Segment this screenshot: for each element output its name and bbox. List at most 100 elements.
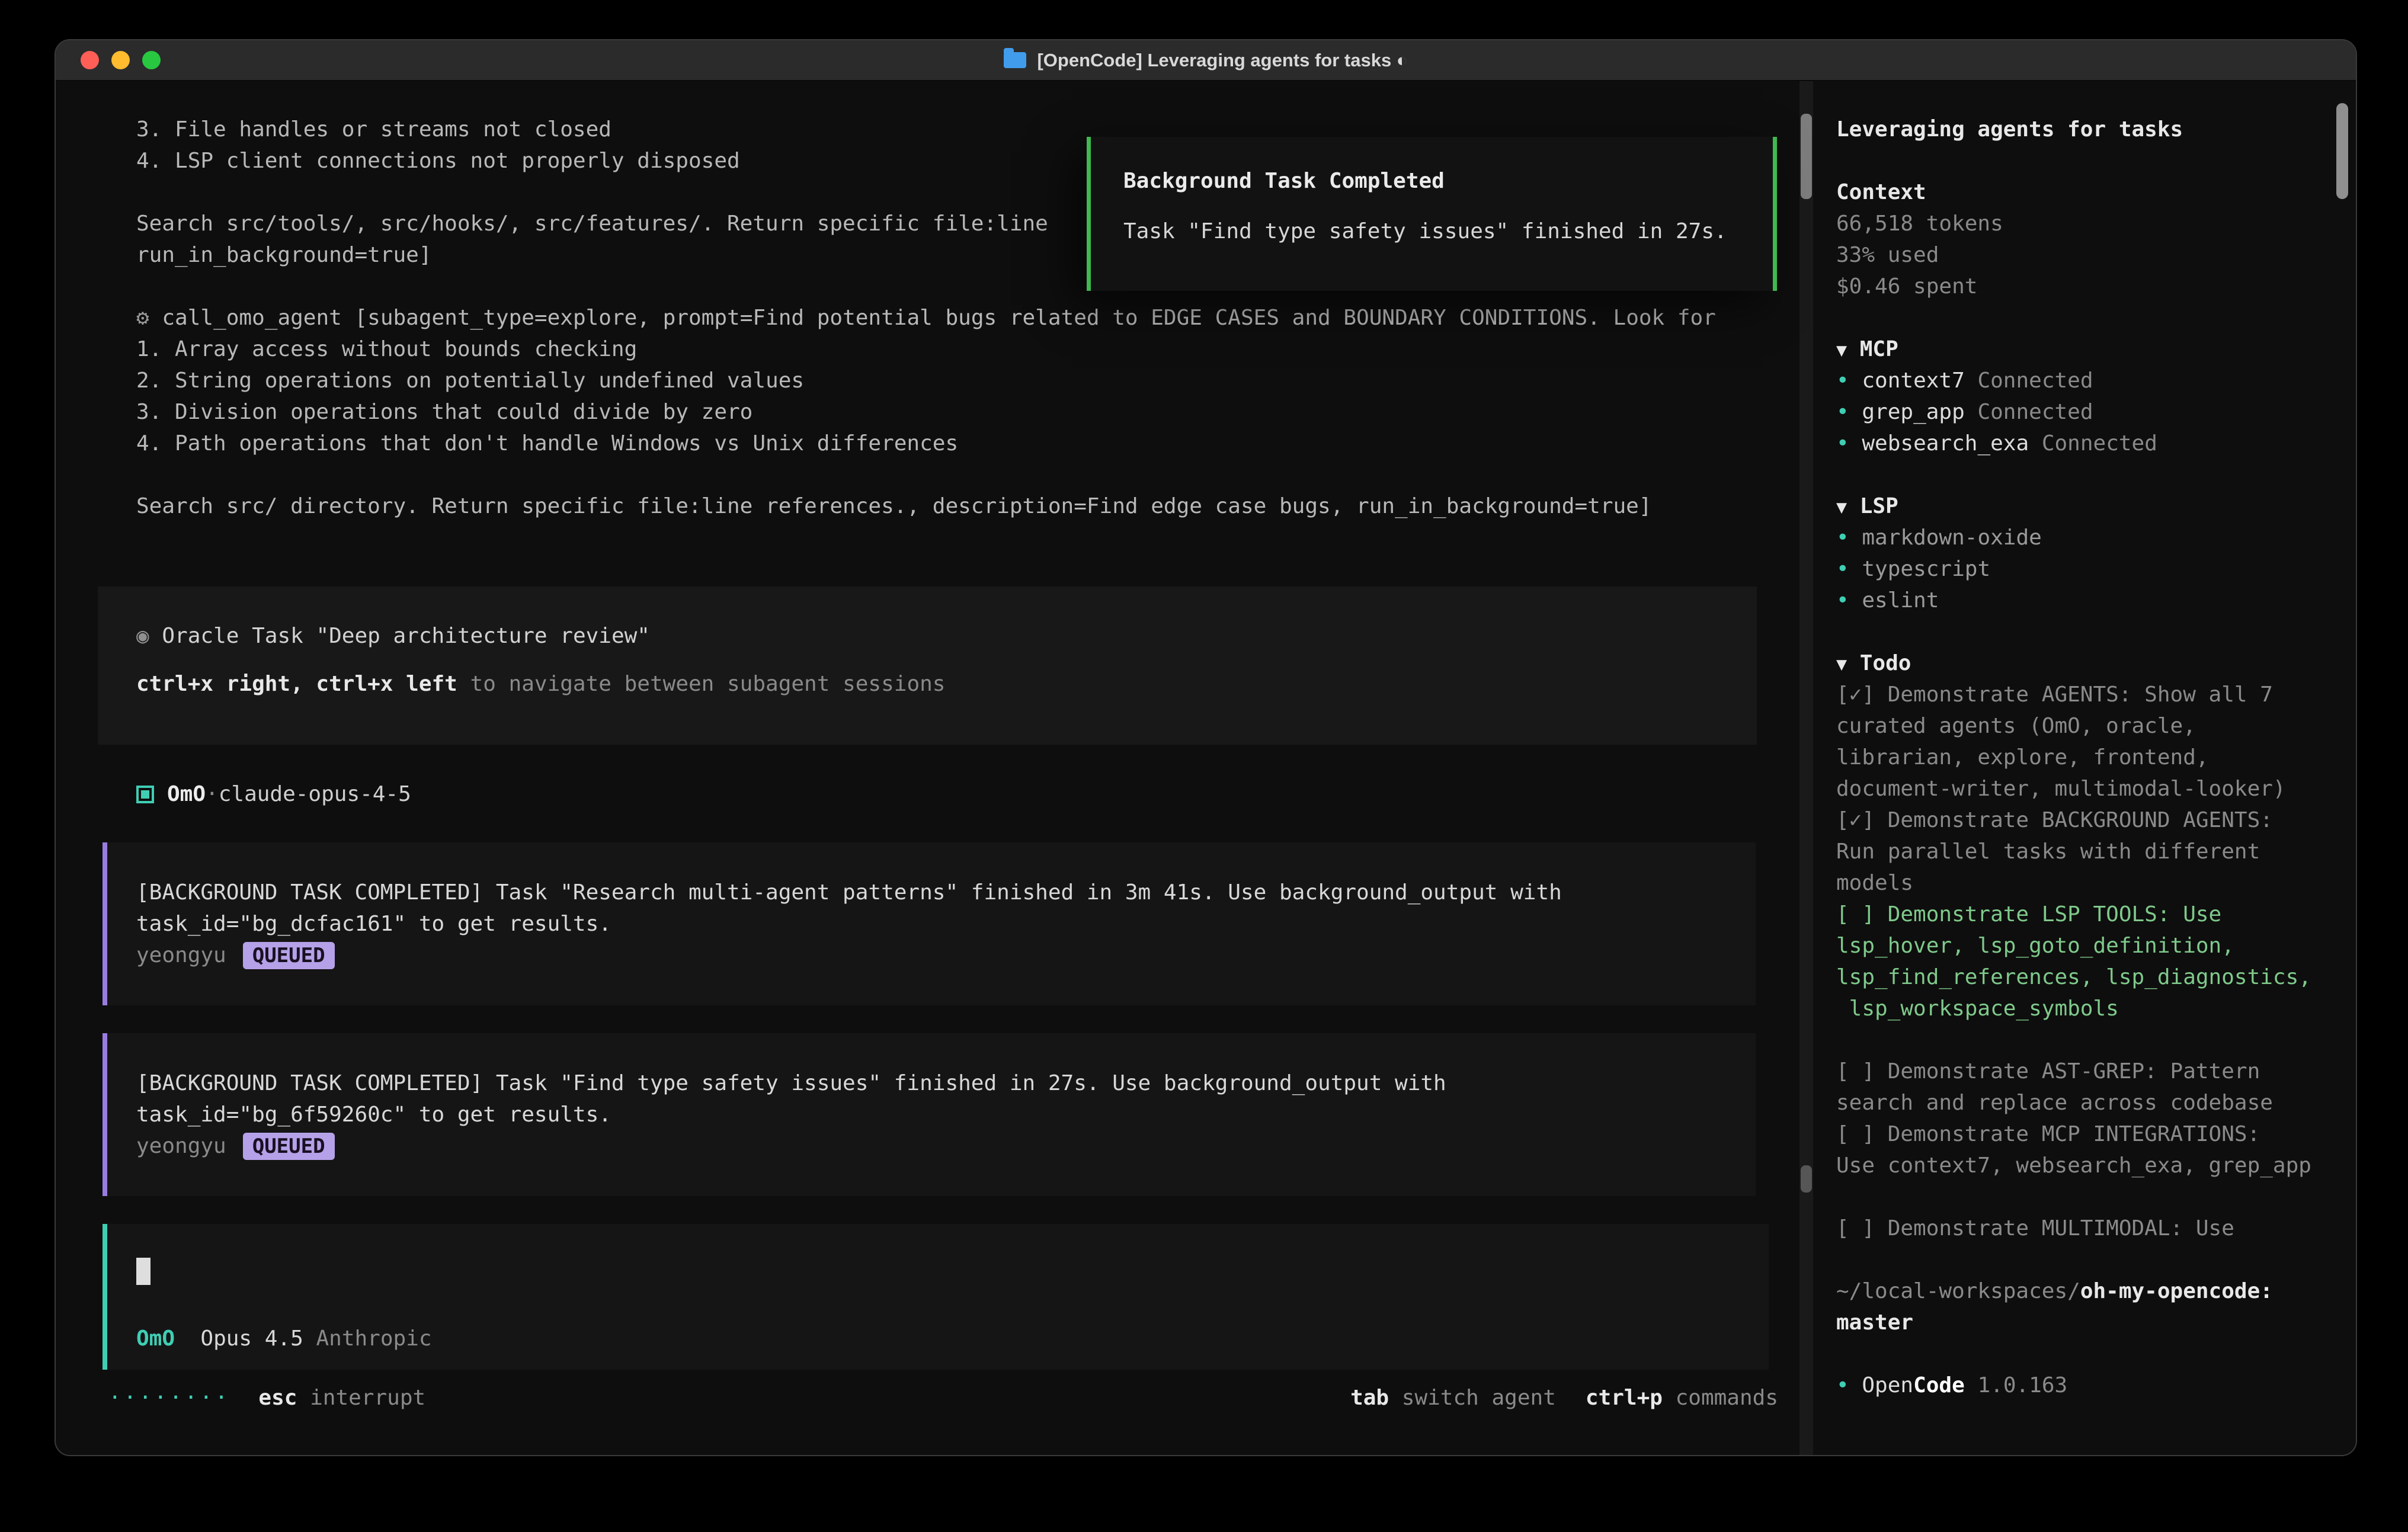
context-heading: Context <box>1836 177 2338 208</box>
workspace-repo: oh-my-opencode: <box>2080 1279 2273 1303</box>
input-agent-label: OmO <box>136 1326 175 1351</box>
tool-call-line: 3. Division operations that could divide… <box>56 396 1813 428</box>
lsp-item-name: markdown-oxide <box>1862 525 2041 550</box>
todo-line: search and replace across codebase <box>1836 1087 2338 1118</box>
tool-call-line: Search src/ directory. Return specific f… <box>56 491 1813 522</box>
todo-line: [✓] Demonstrate BACKGROUND AGENTS: <box>1836 805 2338 836</box>
chat-pane: 3. File handles or streams not closed 4.… <box>56 81 1813 1455</box>
lsp-section-heading[interactable]: ▼ LSP <box>1836 491 2338 522</box>
separator-dot: · <box>206 778 219 810</box>
task-text-line: task_id="bg_6f59260c" to get results. <box>136 1099 1756 1130</box>
todo-line: Run parallel tasks with different <box>1836 836 2338 867</box>
window-controls <box>56 51 161 69</box>
todo-item: [ ] Demonstrate MCP INTEGRATIONS: Use co… <box>1836 1118 2338 1181</box>
input-model-label: Opus 4.5 <box>200 1326 303 1351</box>
mcp-item-name: websearch_exa <box>1862 431 2029 456</box>
commands-hint: ctrl+p commands <box>1586 1382 1778 1414</box>
minimize-button[interactable] <box>111 51 130 69</box>
scrollbar-thumb[interactable] <box>1801 1165 1812 1193</box>
lsp-item: • eslint <box>1836 585 2338 616</box>
lsp-item: • typescript <box>1836 553 2338 585</box>
mcp-item: • websearch_exa Connected <box>1836 428 2338 459</box>
session-title: Leveraging agents for tasks <box>1836 114 2338 145</box>
todo-line: lsp_hover, lsp_goto_definition, <box>1836 930 2338 961</box>
task-meta-row: yeongyu QUEUED <box>136 940 1756 971</box>
mcp-section-heading[interactable]: ▼ MCP <box>1836 334 2338 365</box>
hint-text: to navigate between subagent sessions <box>457 672 946 696</box>
version-number: 1.0.163 <box>1977 1373 2067 1398</box>
input-model-row: OmO Opus 4.5 Anthropic <box>136 1323 1769 1354</box>
maximize-button[interactable] <box>142 51 161 69</box>
spinner-dots: ········ <box>108 1382 230 1414</box>
queued-badge: QUEUED <box>243 1133 335 1160</box>
tool-call-line: 4. Path operations that don't handle Win… <box>56 428 1813 459</box>
close-button[interactable] <box>81 51 99 69</box>
tool-call-line: 1. Array access without bounds checking <box>56 334 1813 365</box>
todo-line: curated agents (OmO, oracle, <box>1836 710 2338 742</box>
mcp-item: • grep_app Connected <box>1836 396 2338 428</box>
context-spent: $0.46 spent <box>1836 271 2338 302</box>
mcp-item-status: Connected <box>1977 400 2093 424</box>
todo-line: [ ] Demonstrate MCP INTEGRATIONS: <box>1836 1118 2338 1150</box>
bullet-icon: • <box>1836 1373 1849 1398</box>
sidebar-scrollbar[interactable] <box>2336 103 2348 199</box>
todo-section-heading[interactable]: ▼ Todo <box>1836 648 2338 679</box>
scrollbar-thumb[interactable] <box>1801 114 1812 199</box>
terminal-window: [OpenCode] Leveraging agents for tasks ◐… <box>55 39 2357 1456</box>
tool-call-text: call_omo_agent [subagent_type=explore, p… <box>162 306 1716 330</box>
tool-call-line: ⚙ call_omo_agent [subagent_type=explore,… <box>56 302 1813 334</box>
esc-key-hint: esc <box>258 1382 297 1414</box>
oracle-task-title: Oracle Task "Deep architecture review" <box>162 624 650 648</box>
tool-call-line: 2. String operations on potentially unde… <box>56 365 1813 396</box>
agent-header: OmO · claude-opus-4-5 <box>136 778 1813 810</box>
todo-line: Use context7, websearch_exa, grep_app <box>1836 1150 2338 1181</box>
task-author: yeongyu <box>136 1134 226 1158</box>
text-cursor <box>136 1258 150 1285</box>
todo-item: [ ] Demonstrate AST-GREP: Pattern search… <box>1836 1056 2338 1118</box>
todo-item: [ ] Demonstrate MULTIMODAL: Use <box>1836 1213 2338 1244</box>
prompt-input[interactable]: OmO Opus 4.5 Anthropic <box>103 1224 1769 1370</box>
folder-icon <box>1004 52 1026 68</box>
task-meta-row: yeongyu QUEUED <box>136 1130 1756 1162</box>
queued-badge: QUEUED <box>243 942 335 969</box>
switch-agent-label: switch agent <box>1402 1386 1556 1410</box>
todo-item: [✓] Demonstrate BACKGROUND AGENTS: Run p… <box>1836 805 2338 899</box>
todo-line: models <box>1836 867 2338 899</box>
todo-line: document-writer, multimodal-looker) <box>1836 773 2338 805</box>
chevron-down-icon: ▼ <box>1836 497 1847 518</box>
todo-item: [ ] Demonstrate LSP TOOLS: Use lsp_hover… <box>1836 899 2338 1024</box>
agent-model: claude-opus-4-5 <box>219 778 411 810</box>
mcp-item-status: Connected <box>2042 431 2157 456</box>
bullet-icon: • <box>1836 431 1849 456</box>
bullet-icon: • <box>1836 400 1849 424</box>
record-icon: ◉ <box>136 624 149 648</box>
notification-body: Task "Find type safety issues" finished … <box>1123 216 1773 247</box>
task-text-line: [BACKGROUND TASK COMPLETED] Task "Resear… <box>136 877 1756 908</box>
bullet-icon: • <box>1836 368 1849 393</box>
todo-line: [ ] Demonstrate MULTIMODAL: Use <box>1836 1213 2338 1244</box>
lsp-item-name: typescript <box>1862 557 1990 581</box>
oracle-hint-row: ctrl+x right, ctrl+x left to navigate be… <box>136 668 1757 700</box>
bullet-icon: • <box>1836 557 1849 581</box>
workspace-path-row: ~/local-workspaces/oh-my-opencode: <box>1836 1275 2338 1307</box>
task-card: [BACKGROUND TASK COMPLETED] Task "Resear… <box>103 842 1756 1005</box>
interrupt-label: interrupt <box>310 1382 425 1414</box>
task-text-line: task_id="bg_dcfac161" to get results. <box>136 908 1756 940</box>
chevron-down-icon: ▼ <box>1836 654 1847 675</box>
input-provider-label: Anthropic <box>316 1326 431 1351</box>
workspace-branch: master <box>1836 1307 2338 1338</box>
task-author: yeongyu <box>136 943 226 967</box>
mcp-item-name: grep_app <box>1862 400 1964 424</box>
gear-icon: ⚙ <box>136 306 149 330</box>
commands-label: commands <box>1676 1386 1778 1410</box>
todo-item: [✓] Demonstrate AGENTS: Show all 7 curat… <box>1836 679 2338 805</box>
oracle-task-title-row: ◉ Oracle Task "Deep architecture review" <box>136 620 1757 652</box>
lsp-item-name: eslint <box>1862 588 1939 613</box>
lsp-item: • markdown-oxide <box>1836 522 2338 553</box>
titlebar: [OpenCode] Leveraging agents for tasks ◐ <box>56 40 2356 81</box>
main-scrollbar[interactable] <box>1799 81 1813 1455</box>
workspace-path: ~/local-workspaces/ <box>1836 1279 2080 1303</box>
task-card: [BACKGROUND TASK COMPLETED] Task "Find t… <box>103 1033 1756 1196</box>
status-bar-right: tab switch agentctrl+p commands <box>1350 1382 1778 1414</box>
notification-title: Background Task Completed <box>1123 165 1773 197</box>
